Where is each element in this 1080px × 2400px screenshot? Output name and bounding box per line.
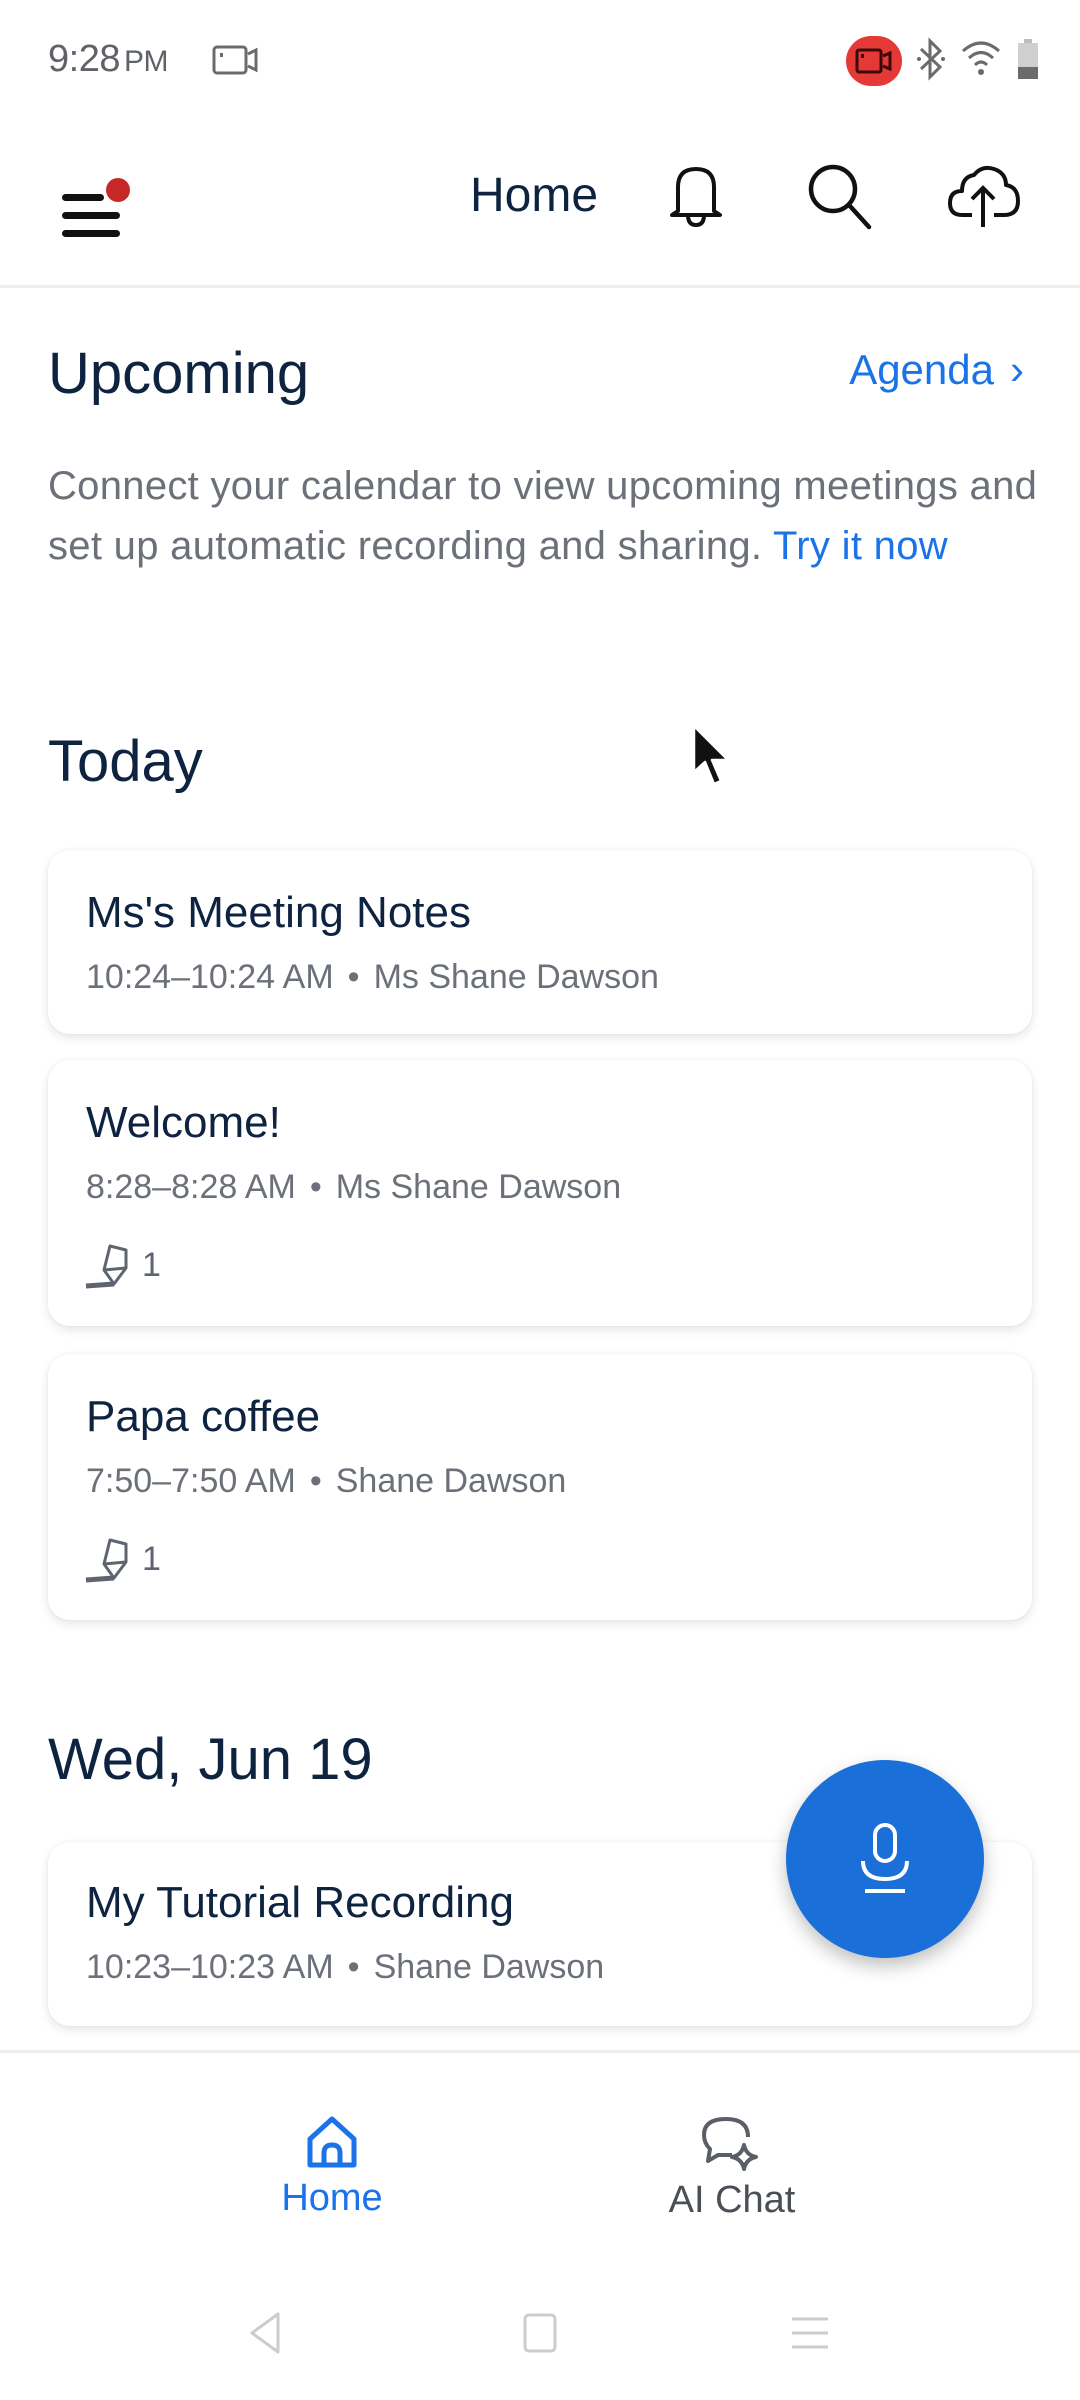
status-time: 9:28 PM	[48, 38, 168, 81]
back-icon	[250, 2312, 280, 2354]
nav-home[interactable]: Home	[232, 2115, 432, 2220]
recording-card[interactable]: Ms's Meeting Notes 10:24–10:24 AM • Ms Sha…	[48, 850, 1032, 1034]
search-button[interactable]	[800, 156, 880, 236]
status-bar: 9:28 PM	[0, 0, 1080, 120]
recents-menu-icon	[792, 2317, 828, 2349]
record-button[interactable]	[786, 1760, 984, 1958]
home-icon	[307, 2116, 357, 2168]
nav-home-label: Home	[281, 2177, 383, 2219]
date-heading: Wed, Jun 19	[48, 1727, 373, 1792]
search-icon	[808, 164, 872, 230]
nav-ai-chat[interactable]: AI Chat	[632, 2115, 832, 2222]
card-title: Welcome!	[86, 1098, 281, 1147]
agenda-link[interactable]: Agenda ›	[849, 346, 1024, 394]
card-title: My Tutorial Recording	[86, 1878, 514, 1927]
today-heading: Today	[48, 729, 203, 794]
recording-card[interactable]: Welcome! 8:28–8:28 AM • Ms Shane Dawson 1	[48, 1060, 1032, 1326]
ai-chat-icon	[702, 2117, 758, 2171]
card-meta: 8:28–8:28 AM • Ms Shane Dawson	[86, 1168, 621, 1207]
recording-badge-icon	[846, 36, 902, 86]
connect-calendar-text: Connect your calendar to view upcoming m…	[48, 456, 1038, 576]
home-square-icon	[523, 2313, 557, 2353]
highlighter-icon	[85, 1244, 128, 1289]
highlights-count: 1	[84, 1534, 161, 1584]
highlights-count: 1	[84, 1240, 161, 1290]
screen-record-icon	[212, 44, 260, 76]
menu-button[interactable]	[56, 164, 136, 244]
card-meta: 7:50–7:50 AM • Shane Dawson	[86, 1462, 566, 1501]
bottom-nav: Home AI Chat	[0, 2050, 1080, 2240]
agenda-label: Agenda	[849, 346, 994, 393]
card-time: 8:28–8:28 AM	[86, 1168, 296, 1206]
notifications-button[interactable]	[656, 156, 736, 236]
highlights-value: 1	[142, 1245, 161, 1284]
card-title: Ms's Meeting Notes	[86, 888, 471, 937]
chevron-right-icon: ›	[1010, 346, 1024, 393]
status-icons	[846, 36, 1040, 86]
bell-icon	[670, 167, 722, 228]
card-time: 10:23–10:23 AM	[86, 1948, 334, 1986]
card-meta: 10:23–10:23 AM • Shane Dawson	[86, 1948, 604, 1987]
card-title: Papa coffee	[86, 1392, 321, 1441]
system-nav-bar	[0, 2240, 1080, 2400]
wifi-icon	[960, 39, 1002, 84]
card-time: 10:24–10:24 AM	[86, 958, 334, 996]
system-recents-button[interactable]	[780, 2308, 840, 2358]
card-owner: Ms Shane Dawson	[335, 1168, 622, 1206]
separator: •	[347, 958, 360, 996]
separator: •	[347, 1948, 360, 1986]
nav-ai-chat-label: AI Chat	[668, 2179, 796, 2221]
app-bar: Home	[0, 120, 1080, 288]
mouse-cursor-icon	[690, 724, 734, 788]
battery-icon	[1016, 37, 1040, 86]
separator: •	[309, 1462, 322, 1500]
recording-card[interactable]: Papa coffee 7:50–7:50 AM • Shane Dawson 1	[48, 1354, 1032, 1620]
bluetooth-icon	[916, 36, 946, 86]
highlights-value: 1	[142, 1539, 161, 1578]
microphone-icon	[861, 1823, 909, 1893]
cloud-upload-icon	[948, 165, 1020, 227]
upcoming-heading: Upcoming	[48, 341, 310, 406]
notification-dot	[106, 178, 130, 202]
card-meta: 10:24–10:24 AM • Ms Shane Dawson	[86, 958, 659, 997]
upload-button[interactable]	[944, 156, 1024, 236]
card-owner: Shane Dawson	[335, 1462, 567, 1500]
try-it-now-link[interactable]: Try it now	[773, 524, 948, 568]
card-owner: Shane Dawson	[373, 1948, 605, 1986]
separator: •	[309, 1168, 322, 1206]
highlighter-icon	[85, 1538, 128, 1583]
system-home-button[interactable]	[510, 2308, 570, 2358]
page-title: Home	[470, 169, 599, 222]
status-time-ampm: PM	[123, 45, 169, 78]
card-owner: Ms Shane Dawson	[373, 958, 659, 996]
system-back-button[interactable]	[236, 2308, 296, 2358]
status-time-value: 9:28	[48, 38, 120, 80]
card-time: 7:50–7:50 AM	[86, 1462, 296, 1500]
